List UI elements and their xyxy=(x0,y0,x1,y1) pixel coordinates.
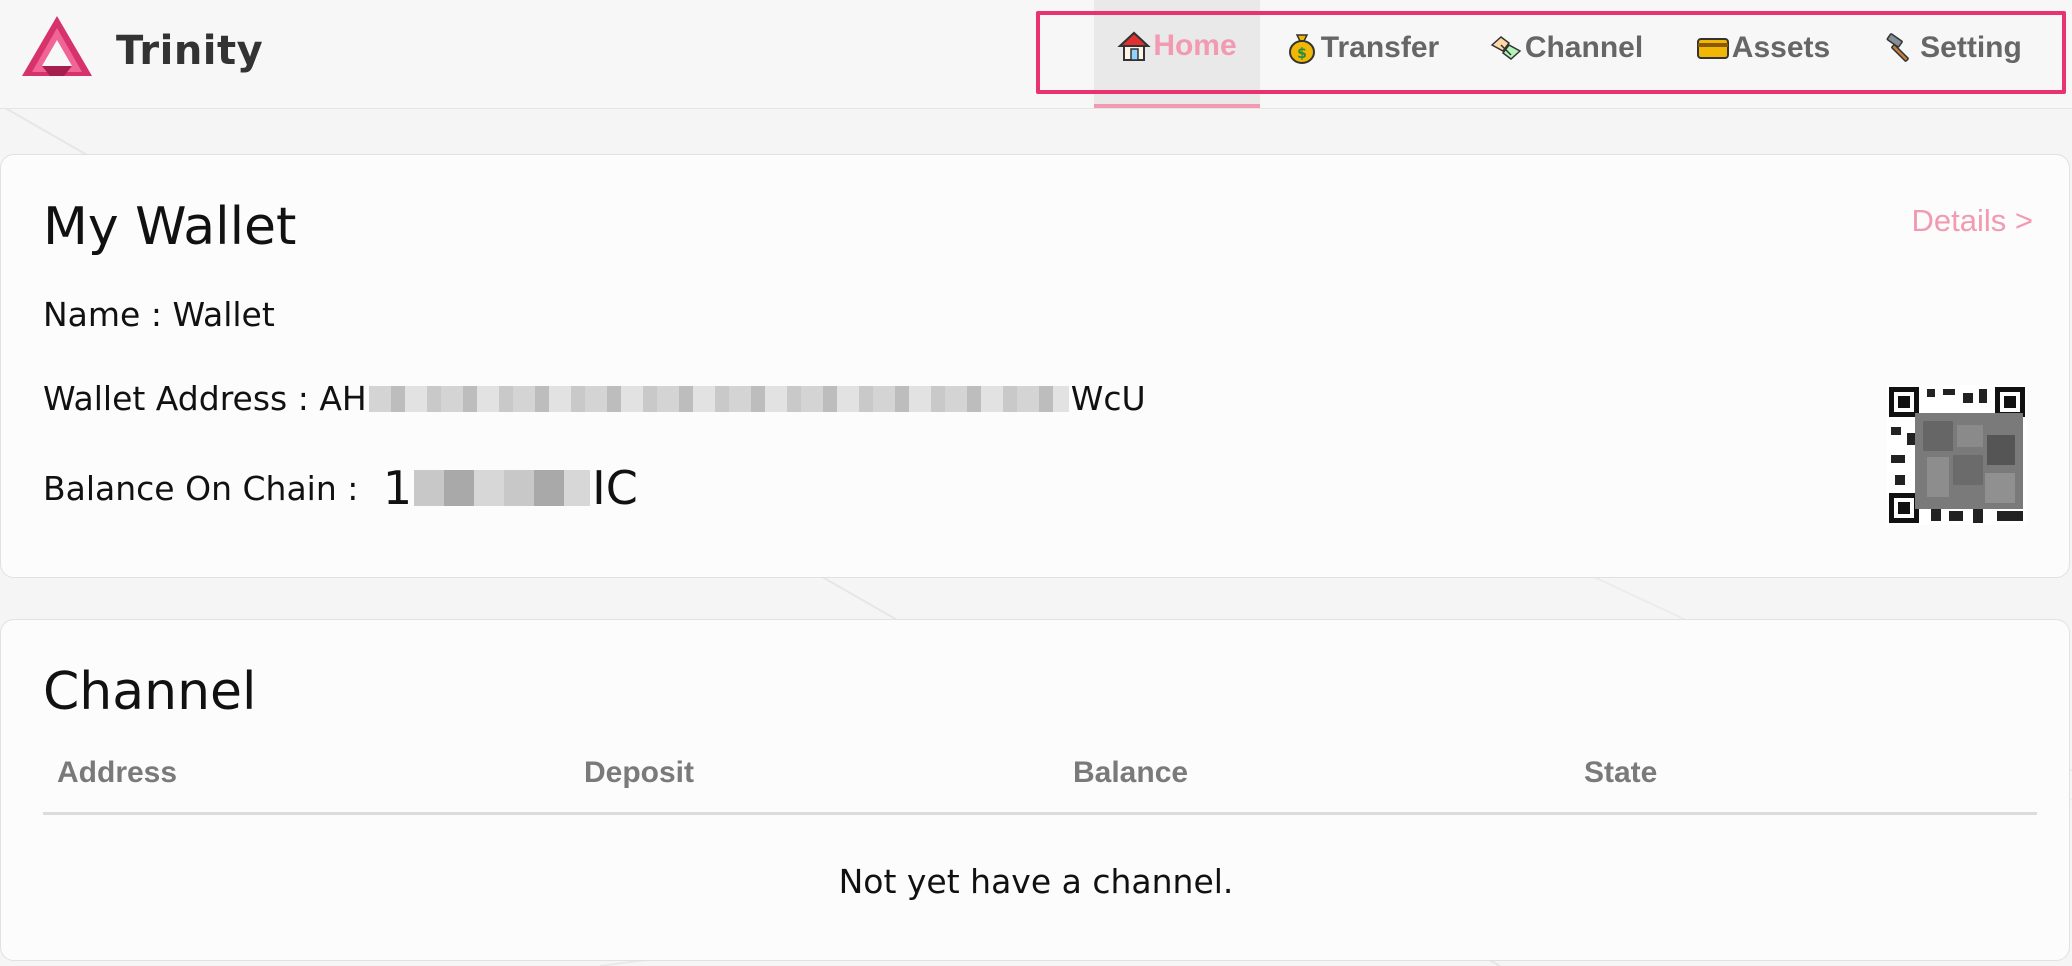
wallet-address-row: Wallet Address : AH WcU xyxy=(43,379,1146,418)
column-header-deposit: Deposit xyxy=(584,756,695,789)
wallet-name-value: Wallet xyxy=(172,295,275,334)
wallet-balance-prefix: 1 xyxy=(382,461,413,515)
qr-code xyxy=(1887,385,2027,525)
wallet-balance-label: Balance On Chain : xyxy=(43,468,369,508)
top-header: Trinity Home $ Transfer Channel Assets S… xyxy=(0,0,2072,109)
trinity-logo-icon xyxy=(22,16,92,76)
wallet-name-label: Name : xyxy=(43,295,173,334)
column-header-balance: Balance xyxy=(1073,756,1189,789)
wallet-name-row: Name : Wallet xyxy=(43,295,275,334)
wallet-card: My Wallet Details > Name : Wallet Wallet… xyxy=(0,154,2070,578)
wallet-address-suffix: WcU xyxy=(1070,379,1146,418)
column-header-state: State xyxy=(1584,756,1658,789)
column-header-address: Address xyxy=(57,756,178,789)
details-link[interactable]: Details > xyxy=(1912,203,2033,239)
wallet-address-prefix: AH xyxy=(319,379,367,418)
empty-channel-message: Not yet have a channel. xyxy=(838,862,1234,901)
brand-name: Trinity xyxy=(116,28,264,74)
wallet-balance-row: Balance On Chain : 1 IC xyxy=(43,461,638,515)
channel-card: Channel Address Deposit Balance State No… xyxy=(0,619,2070,961)
wallet-balance-suffix: IC xyxy=(592,461,638,515)
wallet-address-label: Wallet Address : xyxy=(43,379,320,418)
redacted-balance xyxy=(414,470,591,506)
nav-highlight-box xyxy=(1036,11,2066,94)
redacted-address xyxy=(368,385,1069,412)
channel-title: Channel xyxy=(43,662,257,722)
wallet-title: My Wallet xyxy=(43,197,297,257)
channel-table-header: Address Deposit Balance State xyxy=(43,750,2037,815)
